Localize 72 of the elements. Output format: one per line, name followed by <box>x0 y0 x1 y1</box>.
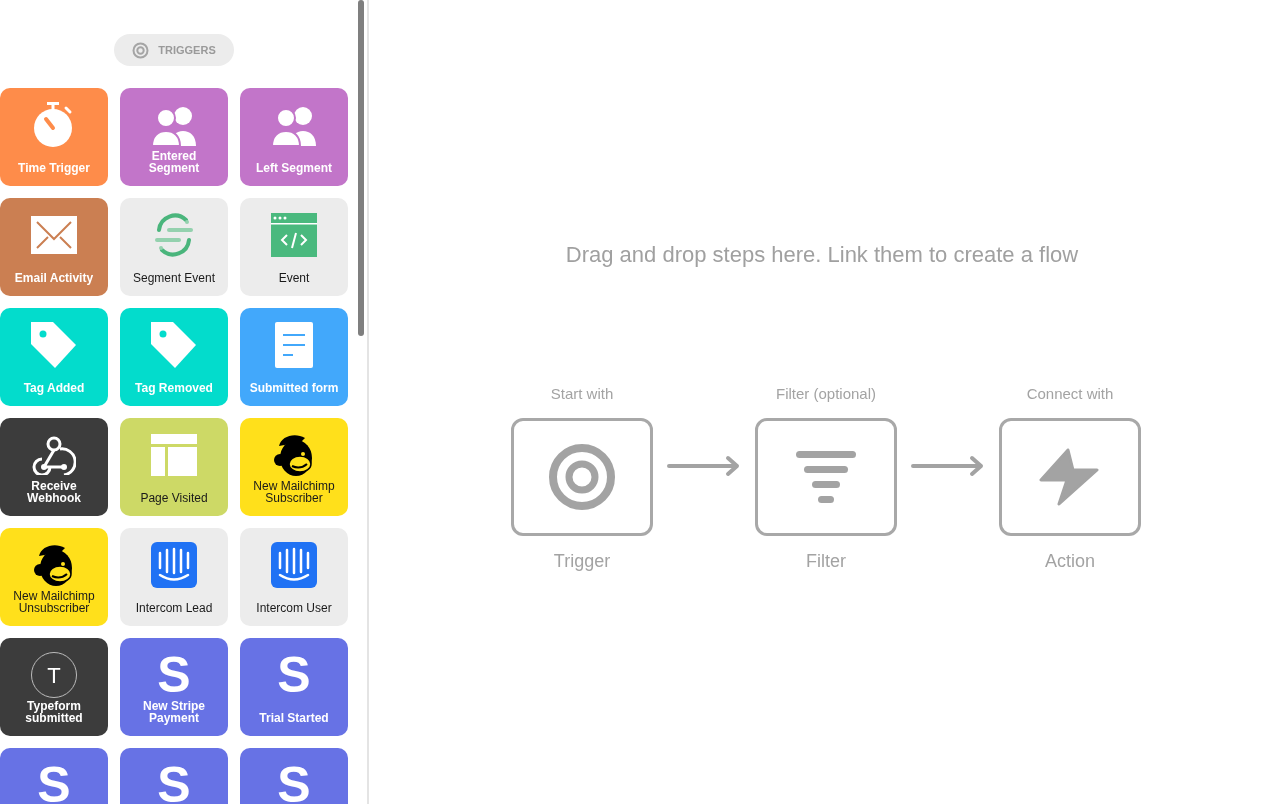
canvas-hint: Drag and drop steps here. Link them to create a flow <box>565 241 1079 269</box>
stopwatch-icon <box>33 102 75 148</box>
step-slot[interactable] <box>511 417 653 536</box>
tile-label: Entered Segment <box>147 150 201 174</box>
letter-logo: S <box>37 761 71 804</box>
tag-icon <box>151 322 197 368</box>
people-icon <box>271 104 317 146</box>
letter-logo: S <box>277 651 311 699</box>
page-layout-icon <box>151 434 197 476</box>
letter-logo: S <box>157 651 191 699</box>
trigger-tile[interactable]: Left Segment <box>240 88 348 186</box>
webhook-icon <box>32 435 76 475</box>
step-caption: Filter (optional) <box>775 384 876 404</box>
tile-label: Tag Removed <box>134 382 214 394</box>
tile-label: Page Visited <box>139 492 209 504</box>
lightning-icon <box>1039 447 1101 506</box>
code-window-icon <box>271 213 317 257</box>
trigger-tile[interactable]: S New Stripe Payment <box>120 638 228 736</box>
trigger-tile[interactable]: New Mailchimp Unsubscriber <box>0 528 108 626</box>
trigger-tile[interactable]: S <box>120 748 228 804</box>
trigger-tile[interactable]: Page Visited <box>120 418 228 516</box>
monkey-head-icon <box>33 542 75 588</box>
trigger-tile[interactable]: Intercom User <box>240 528 348 626</box>
trigger-tile[interactable]: New Mailchimp Subscriber <box>240 418 348 516</box>
step-label: Action <box>1045 549 1095 573</box>
chat-logo-icon <box>271 542 317 588</box>
section-title: TRIGGERS <box>158 42 216 58</box>
trigger-tile[interactable]: Intercom Lead <box>120 528 228 626</box>
tag-icon <box>31 322 77 368</box>
scrollbar-thumb[interactable] <box>358 0 364 336</box>
trigger-tile[interactable]: S <box>0 748 108 804</box>
target-icon <box>132 41 150 59</box>
step-slot[interactable] <box>755 417 897 536</box>
tile-label: Trial Started <box>258 712 330 724</box>
step-label: Trigger <box>553 549 611 573</box>
envelope-icon <box>31 216 77 254</box>
chat-logo-icon <box>151 542 197 588</box>
step-label: Filter <box>806 549 846 573</box>
trigger-tile[interactable]: Submitted form <box>240 308 348 406</box>
trigger-tile[interactable]: S <box>240 748 348 804</box>
tile-label: Segment Event <box>131 272 217 284</box>
people-icon <box>151 104 197 146</box>
trigger-tile[interactable]: Event <box>240 198 348 296</box>
monkey-head-icon <box>273 432 315 478</box>
tile-label: Time Trigger <box>17 162 91 174</box>
tile-label: New Mailchimp Unsubscriber <box>12 590 96 614</box>
trigger-tile[interactable]: Receive Webhook <box>0 418 108 516</box>
step-slot[interactable] <box>999 417 1141 536</box>
filter-icon <box>796 450 856 503</box>
tile-label: New Stripe Payment <box>142 700 206 724</box>
trigger-tile[interactable]: Email Activity <box>0 198 108 296</box>
trigger-tile[interactable]: T Typeform submitted <box>0 638 108 736</box>
tile-label: Left Segment <box>255 162 333 174</box>
step-caption: Start with <box>550 384 614 404</box>
document-icon <box>275 322 313 368</box>
tile-label: Submitted form <box>248 382 340 394</box>
trigger-tile[interactable]: Entered Segment <box>120 88 228 186</box>
step-caption: Connect with <box>1026 384 1114 404</box>
tile-label: New Mailchimp Subscriber <box>252 480 336 504</box>
tile-label: Email Activity <box>13 272 95 284</box>
letter-logo: S <box>157 761 191 804</box>
tile-label: Typeform submitted <box>24 700 84 724</box>
trigger-tile[interactable]: S Trial Started <box>240 638 348 736</box>
letter-logo: S <box>277 761 311 804</box>
tile-label: Intercom User <box>255 602 333 614</box>
target-icon <box>549 443 615 510</box>
tile-label: Event <box>277 272 311 284</box>
tile-label: Receive Webhook <box>26 480 82 504</box>
trigger-tile[interactable]: Segment Event <box>120 198 228 296</box>
tile-label: Intercom Lead <box>134 602 214 614</box>
tile-label: Tag Added <box>22 382 86 394</box>
trigger-tile[interactable]: Time Trigger <box>0 88 108 186</box>
